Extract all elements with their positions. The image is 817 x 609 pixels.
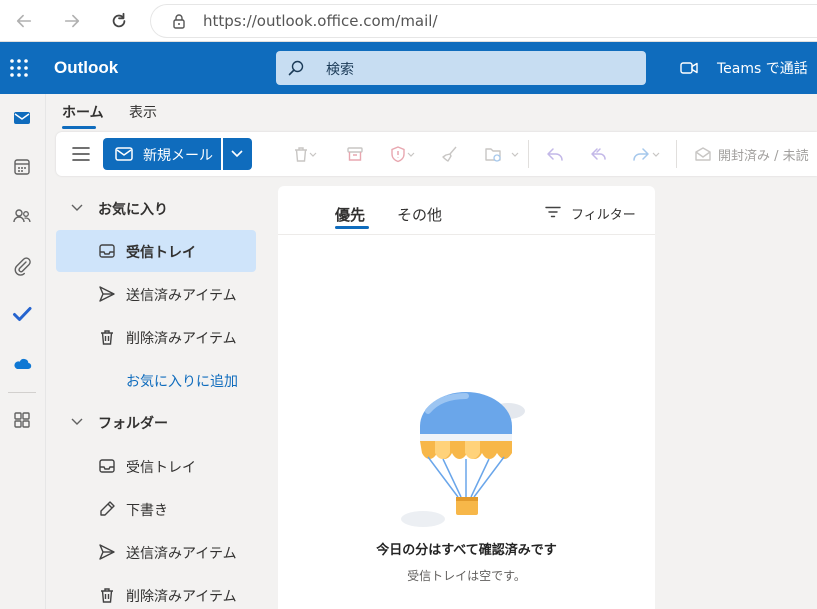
- focused-tab-indicator: [335, 226, 369, 229]
- tab-other[interactable]: その他: [397, 204, 442, 225]
- reply-icon[interactable]: [546, 145, 564, 163]
- filter-button[interactable]: フィルター: [571, 204, 636, 223]
- folder-drafts[interactable]: 下書き: [56, 488, 256, 530]
- folders-header[interactable]: フォルダー: [46, 402, 268, 442]
- sweep-broom-icon[interactable]: [441, 145, 459, 163]
- inbox-icon: [99, 459, 115, 473]
- attachment-icon[interactable]: [10, 254, 34, 278]
- folder-pane: お気に入り 受信トレイ 送信済みアイテム 削除済みアイテム お気に入りに追加 フ…: [46, 178, 268, 609]
- send-icon: [99, 286, 115, 302]
- address-bar[interactable]: https://outlook.office.com/mail/: [150, 4, 817, 38]
- calendar-icon[interactable]: [10, 155, 34, 179]
- reply-all-icon[interactable]: [589, 145, 607, 163]
- video-call-icon: [680, 62, 698, 74]
- report-shield-icon[interactable]: [389, 145, 407, 163]
- folder-sent-items[interactable]: 送信済みアイテム: [56, 531, 256, 573]
- new-mail-label: 新規メール: [143, 148, 213, 164]
- favorites-header[interactable]: お気に入り: [46, 188, 268, 228]
- folder-deleted-items-label: 削除済みアイテム: [126, 589, 237, 605]
- folders-header-label: フォルダー: [98, 416, 168, 432]
- tab-focused[interactable]: 優先: [335, 204, 365, 225]
- hamburger-menu-icon[interactable]: [71, 145, 91, 163]
- tab-view[interactable]: 表示: [129, 102, 157, 122]
- mail-icon[interactable]: [10, 106, 34, 130]
- archive-icon[interactable]: [346, 145, 364, 163]
- back-arrow-icon[interactable]: [12, 9, 36, 33]
- chevron-down-icon[interactable]: [652, 145, 660, 163]
- folder-drafts-label: 下書き: [126, 503, 168, 519]
- favorite-sent-items-label: 送信済みアイテム: [126, 288, 237, 304]
- filter-icon[interactable]: [545, 206, 561, 218]
- list-divider: [278, 234, 655, 235]
- app-header: Outlook 検索 Teams で通話: [0, 42, 817, 94]
- new-mail-button[interactable]: 新規メール: [103, 138, 221, 170]
- rail-divider: [8, 392, 36, 393]
- lock-icon: [173, 14, 185, 29]
- favorites-header-label: お気に入り: [98, 202, 168, 218]
- tab-home[interactable]: ホーム: [62, 102, 104, 122]
- favorite-deleted-items-label: 削除済みアイテム: [126, 331, 237, 347]
- add-favorite-link[interactable]: お気に入りに追加: [126, 371, 238, 391]
- app-rail: [0, 94, 46, 609]
- empty-state-title: 今日の分はすべて確認済みです: [376, 543, 557, 558]
- hot-air-balloon-illustration: [401, 392, 525, 527]
- search-placeholder: 検索: [326, 62, 354, 78]
- search-icon: [288, 60, 304, 76]
- favorite-sent-items[interactable]: 送信済みアイテム: [56, 273, 256, 315]
- apps-grid-icon[interactable]: [10, 408, 34, 432]
- message-list: 優先 その他 フィルター 今日の分はすべて確認済みです 受信トレイは空です。: [278, 186, 655, 609]
- chevron-down-icon[interactable]: [309, 145, 317, 163]
- outlook-window: https://outlook.office.com/mail/ Outlook…: [0, 0, 817, 609]
- todo-check-icon[interactable]: [10, 302, 34, 326]
- pencil-icon: [100, 501, 115, 516]
- ribbon-tabs: ホーム 表示: [46, 94, 817, 130]
- brand-title[interactable]: Outlook: [54, 58, 118, 78]
- delete-icon[interactable]: [292, 145, 310, 163]
- people-icon[interactable]: [10, 204, 34, 228]
- browser-toolbar: https://outlook.office.com/mail/: [0, 0, 817, 42]
- onedrive-cloud-icon[interactable]: [10, 352, 34, 376]
- chevron-down-icon[interactable]: [407, 145, 415, 163]
- mark-read-envelope-icon[interactable]: [694, 145, 712, 163]
- trash-icon: [101, 330, 113, 345]
- search-input[interactable]: 検索: [276, 51, 646, 85]
- envelope-icon: [115, 147, 133, 161]
- app-launcher-icon[interactable]: [9, 58, 29, 78]
- chevron-down-icon: [231, 150, 243, 158]
- move-folder-icon[interactable]: [484, 145, 502, 163]
- read-unread-button[interactable]: 開封済み / 未読: [718, 145, 809, 164]
- active-tab-indicator: [62, 126, 96, 129]
- chevron-down-icon[interactable]: [511, 145, 519, 163]
- chevron-down-icon: [71, 418, 83, 425]
- reading-pane: [662, 186, 817, 609]
- send-icon: [99, 544, 115, 560]
- favorite-deleted-items[interactable]: 削除済みアイテム: [56, 316, 256, 358]
- inbox-icon: [99, 244, 115, 258]
- folder-deleted-items[interactable]: 削除済みアイテム: [56, 574, 256, 609]
- url-text: https://outlook.office.com/mail/: [203, 12, 438, 30]
- folder-sent-items-label: 送信済みアイテム: [126, 546, 237, 562]
- folder-inbox[interactable]: 受信トレイ: [56, 445, 256, 487]
- teams-call-button[interactable]: Teams で通話: [717, 58, 808, 78]
- empty-state-subtitle: 受信トレイは空です。: [407, 569, 526, 583]
- trash-icon: [101, 588, 113, 603]
- toolbar-separator: [528, 140, 529, 168]
- favorite-inbox-label: 受信トレイ: [126, 245, 196, 261]
- new-mail-dropdown-button[interactable]: [223, 138, 252, 170]
- forward-arrow-icon[interactable]: [60, 9, 84, 33]
- ribbon-toolbar: 新規メール 開封済み / 未読: [56, 132, 817, 176]
- chevron-down-icon: [71, 204, 83, 211]
- toolbar-separator: [676, 140, 677, 168]
- favorite-inbox[interactable]: 受信トレイ: [56, 230, 256, 272]
- reload-icon[interactable]: [107, 9, 131, 33]
- folder-inbox-label: 受信トレイ: [126, 460, 196, 476]
- forward-icon[interactable]: [632, 145, 650, 163]
